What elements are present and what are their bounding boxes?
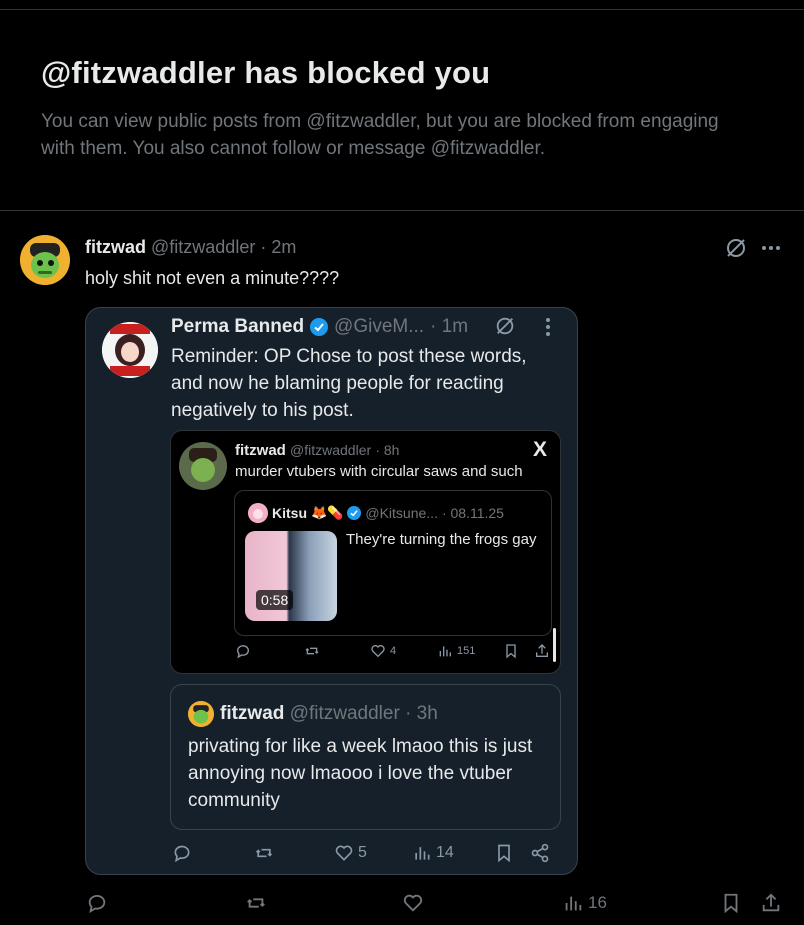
bookmark-button[interactable] (494, 843, 514, 863)
like-button[interactable] (402, 892, 424, 914)
bookmark-button[interactable] (720, 892, 742, 914)
author-handle[interactable]: @Kitsune... (365, 503, 438, 523)
views-icon (437, 643, 453, 659)
avatar[interactable] (188, 701, 214, 727)
scrollbar[interactable] (553, 628, 556, 662)
avatar[interactable] (248, 503, 268, 523)
author-name[interactable]: Kitsu (272, 503, 307, 523)
repost-icon (254, 843, 274, 863)
views-count: 14 (436, 844, 454, 861)
like-button[interactable]: 4 (370, 643, 396, 659)
views-icon (412, 843, 432, 863)
repost-icon (304, 643, 320, 659)
share-button[interactable] (530, 843, 550, 863)
reply-icon (235, 643, 251, 659)
author-name[interactable]: fitzwad (235, 442, 286, 459)
avatar[interactable] (102, 322, 158, 378)
author-handle[interactable]: @fitzwaddler (151, 237, 255, 257)
reply-icon (172, 843, 192, 863)
reply-icon (86, 892, 108, 914)
repost-button[interactable] (245, 892, 267, 914)
author-handle[interactable]: @fitzwaddler (290, 703, 400, 724)
author-name[interactable]: fitzwad (85, 237, 146, 257)
like-button[interactable]: 5 (334, 843, 367, 863)
bookmark-icon (720, 892, 742, 914)
heart-icon (370, 643, 386, 659)
views-icon (562, 892, 584, 914)
views-count: 151 (457, 645, 476, 657)
share-button[interactable] (760, 892, 782, 914)
post-text: murder vtubers with circular saws and su… (235, 463, 523, 480)
heart-icon (334, 843, 354, 863)
avatar[interactable] (179, 442, 227, 490)
reply-button[interactable] (86, 892, 108, 914)
post-header: fitzwad @fitzwaddler · 3h (220, 702, 438, 726)
grok-icon[interactable] (724, 236, 748, 260)
post-text: Reminder: OP Chose to post these words, … (171, 346, 527, 421)
views-count: 16 (588, 893, 607, 912)
post-header: Perma Banned @GiveM... · 1m (171, 315, 468, 339)
post-text: They're turning the frogs gay (346, 531, 537, 548)
post-header: fitzwad @fitzwaddler · 2m (85, 235, 296, 259)
repost-button[interactable] (254, 843, 274, 863)
like-count: 5 (358, 844, 367, 861)
post-header: fitzwad @fitzwaddler · 8h (235, 440, 399, 461)
verified-badge-icon (310, 318, 329, 336)
heart-icon (402, 892, 424, 914)
share-icon (530, 843, 550, 863)
bookmark-button[interactable] (503, 643, 519, 659)
post-header: Kitsu 🦊💊 @Kitsune... · 08.11.25 (272, 503, 504, 523)
name-emoji: 🦊💊 (311, 505, 344, 520)
post-text: privating for like a week lmaoo this is … (188, 736, 533, 811)
avatar[interactable] (20, 235, 70, 285)
video-duration: 0:58 (256, 590, 294, 610)
post-time[interactable]: · 2m (260, 237, 296, 257)
share-icon (534, 643, 550, 659)
repost-button[interactable] (304, 643, 320, 659)
more-icon[interactable] (760, 240, 782, 256)
post-time[interactable]: · 8h (375, 442, 399, 458)
post-time[interactable]: · 1m (430, 315, 468, 339)
blocked-description: You can view public posts from @fitzwadd… (41, 111, 719, 159)
more-icon[interactable] (540, 316, 556, 338)
grok-icon[interactable] (494, 315, 516, 337)
post-text: holy shit not even a minute???? (85, 268, 340, 288)
author-name[interactable]: fitzwad (220, 703, 284, 724)
x-logo-icon: X (533, 438, 548, 461)
bookmark-icon (494, 843, 514, 863)
views-button[interactable]: 14 (412, 843, 454, 863)
views-button[interactable]: 151 (437, 643, 475, 659)
like-count: 4 (390, 645, 397, 657)
share-icon (760, 892, 782, 914)
verified-badge-icon (347, 506, 362, 520)
share-button[interactable] (534, 643, 550, 659)
author-handle[interactable]: @fitzwaddler (290, 442, 371, 458)
blocked-title: @fitzwaddler has blocked you (41, 55, 491, 90)
post-time[interactable]: · 08.11.25 (442, 503, 504, 523)
author-name[interactable]: Perma Banned (171, 315, 304, 339)
post-time[interactable]: · 3h (405, 703, 438, 724)
views-button[interactable]: 16 (562, 892, 607, 914)
bookmark-icon (503, 643, 519, 659)
reply-button[interactable] (172, 843, 192, 863)
author-handle[interactable]: @GiveM... (334, 315, 424, 339)
repost-icon (245, 892, 267, 914)
reply-button[interactable] (235, 643, 251, 659)
